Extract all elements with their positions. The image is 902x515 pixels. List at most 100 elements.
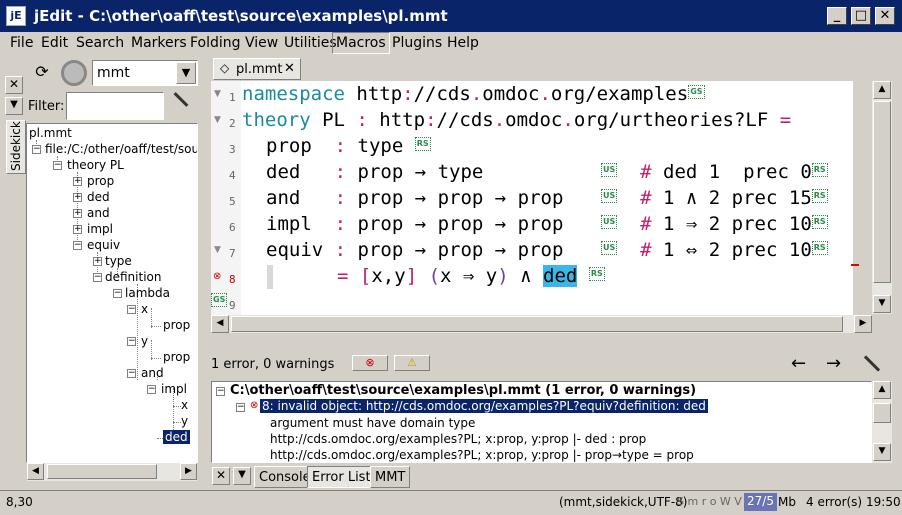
outline-tree: pl.mmt − file:/C:/other/oaff/test/sou − … bbox=[26, 123, 198, 463]
scroll-left-icon[interactable]: ◀ bbox=[211, 315, 229, 333]
error-detail[interactable]: argument must have domain type bbox=[270, 416, 475, 430]
editor-vscrollbar[interactable]: ▲ ▼ bbox=[872, 81, 892, 314]
menu-utilities[interactable]: Utilities bbox=[284, 35, 337, 51]
menu-markers[interactable]: Markers bbox=[131, 35, 187, 51]
dock-menu-button[interactable]: ▼ bbox=[5, 97, 23, 115]
buffer-mode-info[interactable]: (mmt,sidekick,UTF-8) bbox=[559, 495, 687, 509]
editor-hscroll-thumb[interactable] bbox=[231, 316, 843, 332]
line-number: 2 bbox=[229, 117, 236, 130]
error-vscrollbar[interactable]: ▲ ▼ bbox=[872, 381, 892, 463]
title-bar: jE jEdit - C:\other\oaff\test\source\exa… bbox=[0, 0, 902, 32]
tree-item-y[interactable]: y bbox=[141, 334, 148, 348]
tree-item-y-type[interactable]: prop bbox=[163, 350, 190, 364]
error-file-node[interactable]: C:\other\oaff\test\source\examples\pl.mm… bbox=[230, 383, 696, 398]
editor-text-area[interactable]: ▼ ▼ ▼ ⊗ 1 2 3 4 5 6 7 8 9 namespace http… bbox=[211, 81, 859, 315]
menu-folding[interactable]: Folding bbox=[190, 35, 241, 51]
tree-hscroll-thumb[interactable] bbox=[47, 464, 157, 479]
line-number: 9 bbox=[229, 299, 236, 312]
tab-sidekick-label: Sidekick bbox=[9, 121, 23, 171]
scroll-right-icon[interactable]: ▶ bbox=[180, 463, 197, 480]
memory-indicator[interactable]: 27/5 bbox=[744, 493, 777, 511]
warning-filter-icon[interactable]: ⚠ bbox=[394, 355, 430, 371]
tab-pl-mmt[interactable]: ◇ pl.mmt ✕ bbox=[213, 58, 301, 80]
error-detail[interactable]: http://cds.omdoc.org/examples?PL; x:prop… bbox=[270, 448, 694, 462]
clock: 19:50 bbox=[866, 495, 901, 509]
close-button[interactable]: ✕ bbox=[875, 7, 895, 25]
tree-item-selected-ded[interactable]: ded bbox=[163, 430, 190, 444]
error-summary: 1 error, 0 warnings bbox=[211, 357, 335, 372]
tree-item-prop[interactable]: prop bbox=[87, 174, 114, 188]
menu-view[interactable]: View bbox=[245, 35, 278, 51]
fold-icon[interactable]: ▼ bbox=[214, 115, 221, 125]
scroll-up-icon[interactable]: ▲ bbox=[873, 81, 891, 99]
clear-errors-icon[interactable] bbox=[863, 355, 881, 372]
menu-file[interactable]: File bbox=[10, 35, 33, 51]
tree-item-definition[interactable]: definition bbox=[105, 270, 161, 284]
scroll-right-icon[interactable]: ▶ bbox=[854, 315, 872, 333]
close-bottom-dock-button[interactable]: ✕ bbox=[212, 467, 230, 485]
tree-item-and-app[interactable]: and bbox=[141, 366, 164, 380]
tree-root[interactable]: pl.mmt bbox=[29, 126, 72, 140]
tab-sidekick[interactable]: Sidekick bbox=[6, 120, 26, 174]
buffer-flags[interactable]: S m r o W V bbox=[677, 495, 742, 508]
mode-select[interactable]: mmt ▼ bbox=[92, 60, 198, 86]
tree-item-equiv[interactable]: equiv bbox=[87, 238, 120, 252]
scroll-down-icon[interactable]: ▼ bbox=[873, 295, 891, 313]
tree-item-impl-y[interactable]: y bbox=[181, 414, 188, 428]
minimize-button[interactable]: _ bbox=[827, 7, 847, 25]
tree-item-type[interactable]: type bbox=[105, 254, 132, 268]
code-line-9: GS bbox=[211, 291, 228, 307]
menu-plugins[interactable]: Plugins bbox=[392, 35, 442, 51]
line-number: 4 bbox=[229, 169, 236, 182]
tree-item-impl[interactable]: impl bbox=[87, 222, 113, 236]
tab-error-list[interactable]: Error List bbox=[307, 466, 376, 488]
error-vscroll-thumb[interactable] bbox=[873, 403, 891, 423]
menu-edit[interactable]: Edit bbox=[41, 35, 68, 51]
parse-icon[interactable]: ⟳ bbox=[32, 62, 52, 84]
caret-position[interactable]: 8,30 bbox=[6, 495, 33, 509]
tab-close-icon[interactable]: ✕ bbox=[284, 61, 295, 76]
next-error-icon[interactable]: → bbox=[826, 353, 841, 374]
error-entry[interactable]: 8: invalid object: http://cds.omdoc.org/… bbox=[260, 399, 708, 413]
line-number: 7 bbox=[229, 247, 236, 260]
bottom-dock-menu-button[interactable]: ▼ bbox=[233, 467, 251, 485]
error-marker-icon: ⊗ bbox=[213, 271, 222, 282]
error-count[interactable]: 4 error(s) bbox=[806, 495, 862, 509]
tree-item-impl-x[interactable]: x bbox=[181, 398, 188, 412]
tree-item-lambda[interactable]: lambda bbox=[125, 286, 170, 300]
notation-line-5: US # 1 ∧ 2 prec 15 RS bbox=[601, 187, 828, 209]
close-dock-button[interactable]: ✕ bbox=[5, 76, 23, 94]
editor-vscroll-thumb[interactable] bbox=[873, 101, 891, 283]
tree-hscrollbar[interactable]: ◀ ▶ bbox=[27, 463, 197, 481]
menu-search[interactable]: Search bbox=[76, 35, 124, 51]
tree-item-x-type[interactable]: prop bbox=[163, 318, 190, 332]
scroll-down-icon[interactable]: ▼ bbox=[873, 443, 891, 461]
fold-icon[interactable]: ▼ bbox=[214, 89, 221, 99]
tree-theory[interactable]: theory PL bbox=[67, 158, 124, 172]
chevron-down-icon[interactable]: ▼ bbox=[176, 62, 196, 84]
tree-item-and[interactable]: and bbox=[87, 206, 110, 220]
filter-input[interactable] bbox=[66, 92, 164, 120]
tab-mmt[interactable]: MMT bbox=[370, 466, 411, 488]
notation-line-7: US # 1 ⇔ 2 prec 10 RS bbox=[601, 239, 828, 261]
prev-error-icon[interactable]: ← bbox=[791, 353, 806, 374]
clear-filter-icon[interactable] bbox=[173, 92, 189, 107]
scroll-up-icon[interactable]: ▲ bbox=[873, 381, 891, 399]
menu-help[interactable]: Help bbox=[447, 35, 479, 51]
menu-macros[interactable]: Macros bbox=[332, 32, 390, 54]
fold-icon[interactable]: ▼ bbox=[214, 245, 221, 255]
tree-file[interactable]: file:/C:/other/oaff/test/sou bbox=[45, 142, 197, 156]
auto-parse-icon[interactable] bbox=[61, 60, 87, 86]
error-detail[interactable]: http://cds.omdoc.org/examples?PL; x:prop… bbox=[270, 432, 646, 446]
maximize-button[interactable]: □ bbox=[851, 7, 871, 25]
error-icon: ⊗ bbox=[250, 400, 259, 411]
error-filter-icon[interactable]: ⊗ bbox=[352, 355, 388, 371]
code-line-4: ded : prop → type bbox=[266, 161, 484, 183]
tree-item-ded[interactable]: ded bbox=[87, 190, 110, 204]
scroll-left-icon[interactable]: ◀ bbox=[27, 463, 44, 480]
tree-item-x[interactable]: x bbox=[141, 302, 148, 316]
editor-hscrollbar[interactable]: ◀ ▶ bbox=[211, 315, 872, 333]
line-number: 6 bbox=[229, 221, 236, 234]
line-number: 5 bbox=[229, 195, 236, 208]
tree-item-impl-app[interactable]: impl bbox=[161, 382, 187, 396]
